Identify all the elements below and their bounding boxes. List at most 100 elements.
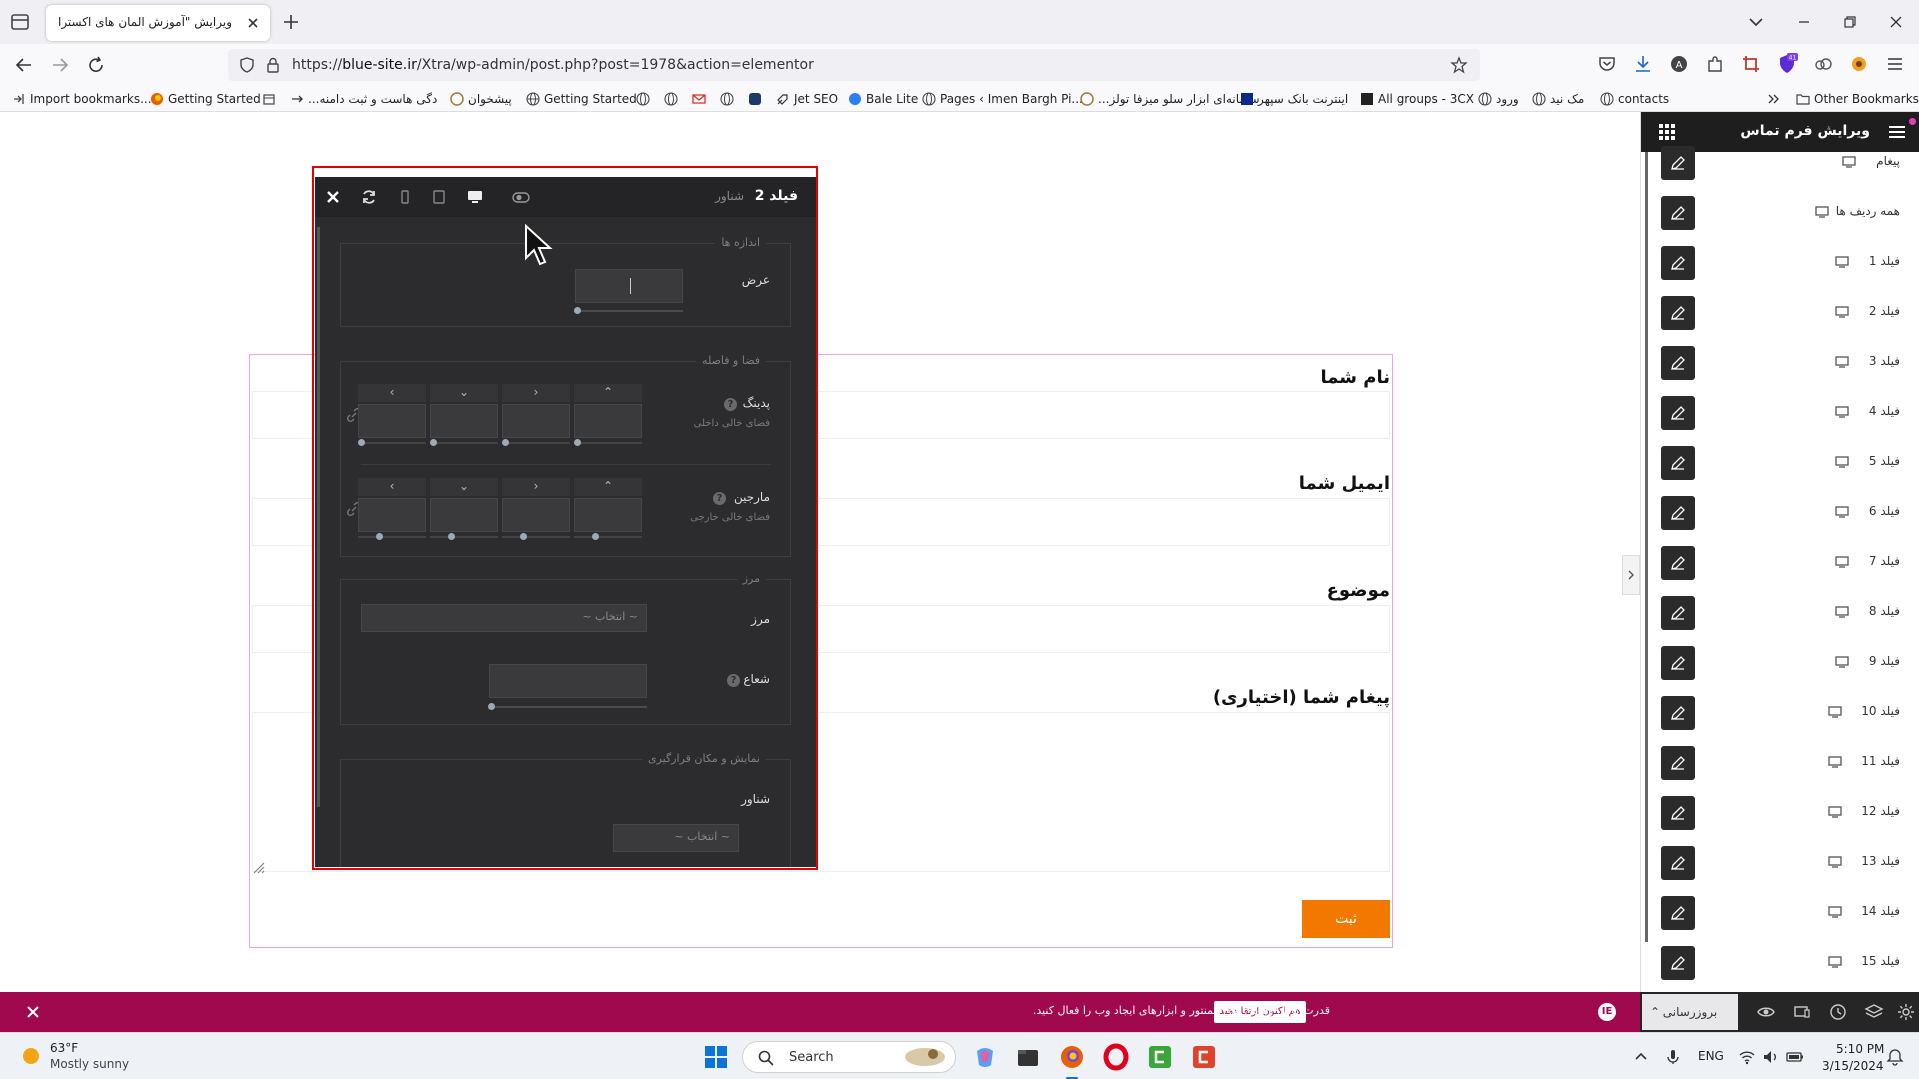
edit-pencil-icon[interactable] xyxy=(1661,646,1695,680)
account-icon[interactable]: A xyxy=(1668,53,1690,75)
url-text[interactable]: https://blue-site.ir/Xtra/wp-admin/post.… xyxy=(292,57,814,73)
submit-button[interactable]: ثبت xyxy=(1302,900,1390,938)
margin-bottom[interactable]: ⌄ xyxy=(430,478,498,540)
sidebar-field-row[interactable]: فیلد 11 xyxy=(1641,738,1919,788)
sidebar-field-row[interactable]: فیلد 10 xyxy=(1641,688,1919,738)
bookmark-jet-seo[interactable]: Jet SEO xyxy=(776,89,838,109)
camtasia-red-icon[interactable] xyxy=(1190,1043,1218,1071)
weather-temperature[interactable]: 63°F xyxy=(50,1041,78,1055)
sun-weather-icon[interactable] xyxy=(20,1045,42,1067)
sidebar-field-row[interactable]: فیلد 6 xyxy=(1641,488,1919,538)
bookmark-star-icon[interactable] xyxy=(1450,56,1468,74)
sidebar-field-row[interactable]: فیلد 14 xyxy=(1641,888,1919,938)
sidebar-field-row[interactable]: فیلد 13 xyxy=(1641,838,1919,888)
edit-pencil-icon[interactable] xyxy=(1661,796,1695,830)
close-promo-icon[interactable] xyxy=(24,1003,42,1021)
radius-slider[interactable] xyxy=(489,706,647,708)
margin-top[interactable]: ⌃ xyxy=(574,478,642,540)
panel-scrollbar[interactable] xyxy=(317,227,320,807)
sidebar-field-row[interactable]: فیلد 3 xyxy=(1641,338,1919,388)
shield-extension-icon[interactable]: 41 xyxy=(1776,53,1798,75)
update-button[interactable]: ⌃ بروزرسانی xyxy=(1642,994,1738,1030)
microphone-icon[interactable] xyxy=(1664,1048,1682,1066)
other-bookmarks[interactable]: Other Bookmarks xyxy=(1796,89,1919,109)
new-tab-icon[interactable] xyxy=(280,11,302,33)
battery-icon[interactable] xyxy=(1786,1048,1804,1066)
sidebar-field-row[interactable]: فیلد 12 xyxy=(1641,788,1919,838)
back-icon[interactable] xyxy=(12,53,36,77)
url-bar[interactable]: https://blue-site.ir/Xtra/wp-admin/post.… xyxy=(228,49,1480,81)
volume-icon[interactable] xyxy=(1762,1048,1780,1066)
sidebar-field-row[interactable]: پیغام xyxy=(1641,138,1919,188)
padding-bottom[interactable]: ⌄ xyxy=(430,384,498,446)
taskbar-search-box[interactable]: Search xyxy=(742,1041,956,1073)
margin-help-icon[interactable]: ? xyxy=(713,492,726,505)
bookmarks-overflow[interactable] xyxy=(1766,89,1780,109)
bookmark-calendar[interactable] xyxy=(262,89,276,109)
resize-handle-icon[interactable] xyxy=(252,861,266,875)
bookmark-gmail[interactable] xyxy=(692,89,706,109)
toggle-icon[interactable] xyxy=(511,187,531,207)
edit-pencil-icon[interactable] xyxy=(1661,846,1695,880)
input-language[interactable]: ENG xyxy=(1698,1049,1724,1063)
edit-pencil-icon[interactable] xyxy=(1661,596,1695,630)
tracking-shield-icon[interactable] xyxy=(238,56,256,74)
preview-eye-icon[interactable] xyxy=(1756,1002,1776,1022)
chevron-up-icon[interactable]: ⌃ xyxy=(1650,994,1660,1030)
firefox-taskbar-icon[interactable] xyxy=(1058,1043,1086,1079)
bookmark-app[interactable] xyxy=(748,89,762,109)
bookmark-dashboard[interactable]: پیشخوان xyxy=(450,89,512,109)
lock-icon[interactable] xyxy=(264,56,282,74)
show-hidden-icons[interactable] xyxy=(1632,1048,1650,1066)
panel-header[interactable]: فیلد 2 شناور xyxy=(315,177,816,217)
bookmark-mac[interactable]: مک نید xyxy=(1532,89,1584,109)
radius-slider-handle[interactable] xyxy=(488,703,495,710)
tab-list-icon[interactable] xyxy=(8,11,32,33)
bookmark-bale-lite[interactable]: Bale Lite xyxy=(848,89,918,109)
edit-pencil-icon[interactable] xyxy=(1661,446,1695,480)
edit-pencil-icon[interactable] xyxy=(1661,696,1695,730)
sidebar-field-row[interactable]: فیلد 7 xyxy=(1641,538,1919,588)
edit-pencil-icon[interactable] xyxy=(1661,246,1695,280)
browser-tab-active[interactable]: ویرایش "آموزش المان های اکسترا – ما xyxy=(46,5,270,41)
bookmark-hosting[interactable]: ...دگی هاست و ثبت دامنه xyxy=(290,89,437,109)
minimize-icon[interactable] xyxy=(1792,10,1816,34)
margin-right[interactable]: › xyxy=(502,478,570,540)
wifi-icon[interactable] xyxy=(1738,1048,1756,1066)
gear-extension-icon[interactable] xyxy=(1848,53,1870,75)
padding-left[interactable]: ‹ xyxy=(358,384,426,446)
notifications-bell-icon[interactable] xyxy=(1886,1048,1904,1066)
extensions-icon[interactable] xyxy=(1704,53,1726,75)
padding-top[interactable]: ⌃ xyxy=(574,384,642,446)
margin-left[interactable]: ‹ xyxy=(358,478,426,540)
bookmark-getting-started-2[interactable]: Getting Started xyxy=(526,89,637,109)
tablet-view-icon[interactable] xyxy=(429,187,449,207)
history-icon[interactable] xyxy=(1828,1002,1848,1022)
bookmark-globe-c[interactable] xyxy=(720,89,734,109)
start-windows-icon[interactable] xyxy=(702,1043,730,1071)
padding-right[interactable]: › xyxy=(502,384,570,446)
downloads-icon[interactable] xyxy=(1632,53,1654,75)
sidebar-field-row[interactable]: فیلد 1 xyxy=(1641,238,1919,288)
close-icon[interactable] xyxy=(323,187,343,207)
radius-input[interactable] xyxy=(489,664,647,698)
sidebar-field-row[interactable]: فیلد 15 xyxy=(1641,938,1919,988)
clock-date[interactable]: 3/15/2024 xyxy=(1822,1059,1884,1073)
edit-pencil-icon[interactable] xyxy=(1661,746,1695,780)
tab-close-icon[interactable] xyxy=(244,14,262,32)
edit-pencil-icon[interactable] xyxy=(1661,546,1695,580)
edit-pencil-icon[interactable] xyxy=(1661,496,1695,530)
forward-icon[interactable] xyxy=(48,53,72,77)
list-all-tabs-icon[interactable] xyxy=(1744,10,1768,34)
sidebar-field-row[interactable]: فیلد 4 xyxy=(1641,388,1919,438)
edit-pencil-icon[interactable] xyxy=(1661,146,1695,180)
edit-pencil-icon[interactable] xyxy=(1661,296,1695,330)
bookmark-tools[interactable]: ...سامانه‌ای ابزار سلو میزفا تولز xyxy=(1080,89,1260,109)
cloud-extension-icon[interactable] xyxy=(1812,53,1834,75)
bookmark-bank[interactable]: اینترنت بانک سپهر xyxy=(1240,89,1348,109)
clock-time[interactable]: 5:10 PM xyxy=(1836,1042,1884,1056)
crop-extension-icon[interactable] xyxy=(1740,53,1762,75)
restore-icon[interactable] xyxy=(1838,10,1862,34)
width-slider[interactable] xyxy=(575,310,683,312)
edit-pencil-icon[interactable] xyxy=(1661,896,1695,930)
